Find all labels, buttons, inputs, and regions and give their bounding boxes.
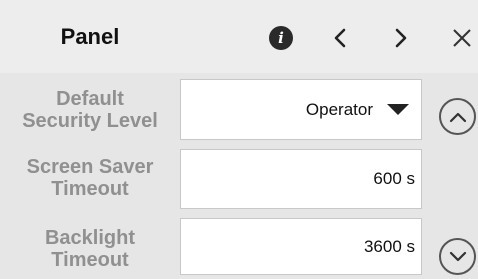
setting-label: Screen Saver Timeout	[26, 156, 154, 200]
dropdown-value: Operator	[305, 99, 373, 119]
info-button[interactable]: i	[264, 21, 298, 55]
setting-label: Backlight Timeout	[44, 227, 136, 271]
scroll-down-button[interactable]	[439, 238, 476, 275]
caret-down-icon	[387, 104, 409, 115]
setting-label: Default Security Level	[22, 88, 158, 132]
default-security-level-label: Default Security Level	[0, 77, 180, 143]
info-icon: i	[269, 26, 293, 50]
default-security-level-dropdown[interactable]: Operator	[180, 79, 422, 140]
chevron-right-icon	[395, 28, 407, 48]
chevron-left-icon	[334, 28, 346, 48]
close-button[interactable]	[446, 21, 478, 55]
backlight-timeout-label: Backlight Timeout	[0, 219, 180, 279]
screen-saver-timeout-field[interactable]: 600 s	[180, 149, 422, 209]
field-value: 3600 s	[363, 236, 415, 256]
panel-title: Panel	[60, 23, 120, 49]
chevron-up-icon	[449, 112, 466, 122]
panel-header: Panel i	[0, 0, 478, 73]
backlight-timeout-field[interactable]: 3600 s	[180, 218, 422, 275]
next-button[interactable]	[384, 21, 418, 55]
chevron-down-icon	[449, 251, 466, 261]
previous-button[interactable]	[323, 21, 357, 55]
field-value: 600 s	[373, 169, 415, 188]
close-icon	[453, 29, 471, 47]
scroll-up-button[interactable]	[439, 98, 476, 135]
screen-saver-timeout-label: Screen Saver Timeout	[0, 146, 180, 210]
